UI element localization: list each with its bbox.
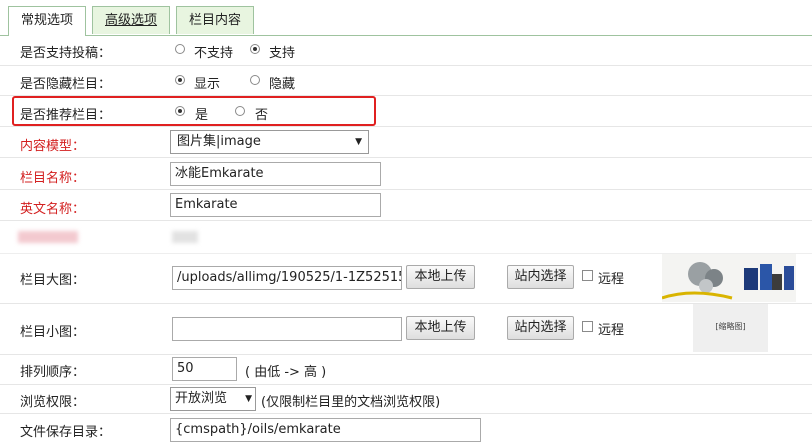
tab-general[interactable]: 常规选项	[8, 6, 87, 36]
recommend-highlight-box	[12, 96, 376, 126]
big-image-remote-label: 远程	[598, 272, 625, 287]
row-big-image: 栏目大图： /uploads/allimg/190525/1-1Z52515 本…	[0, 254, 812, 304]
order-input[interactable]: 50	[172, 357, 237, 381]
en-name-label: 英文名称：	[20, 202, 86, 217]
radio-support-label: 支持	[269, 46, 296, 61]
radio-not-support-label: 不支持	[194, 46, 234, 61]
row-access: 浏览权限： 开放浏览 ▼ (仅限制栏目里的文档浏览权限)	[0, 385, 812, 414]
order-label: 排列顺序：	[20, 365, 86, 380]
dropdown-arrow-icon: ▼	[245, 394, 252, 404]
submission-label: 是否支持投稿：	[20, 46, 112, 61]
row-order: 排列顺序： 50 ( 由低 -> 高 )	[0, 355, 812, 385]
redacted-value	[172, 231, 198, 243]
model-select-value: 图片集|image	[177, 134, 261, 149]
row-small-image: 栏目小图： 本地上传 站内选择 远程 [缩略图]	[0, 304, 812, 355]
row-submission: 是否支持投稿： 不支持 支持	[0, 35, 812, 66]
redacted-label	[18, 231, 78, 243]
radio-not-support[interactable]	[175, 44, 185, 54]
save-dir-label: 文件保存目录：	[20, 425, 112, 440]
en-name-input[interactable]: Emkarate	[170, 193, 381, 217]
row-name: 栏目名称： 冰能Emkarate	[0, 158, 812, 190]
radio-support[interactable]	[250, 44, 260, 54]
access-label: 浏览权限：	[20, 395, 86, 410]
radio-show[interactable]	[175, 75, 185, 85]
tab-bar: 常规选项 高级选项 栏目内容	[0, 0, 812, 36]
dropdown-arrow-icon: ▼	[355, 137, 362, 147]
small-image-input[interactable]	[172, 317, 402, 341]
model-select[interactable]: 图片集|image ▼	[170, 130, 369, 154]
row-save-dir: 文件保存目录： {cmspath}/oils/emkarate	[0, 414, 812, 442]
access-select-value: 开放浏览	[175, 391, 228, 406]
radio-hidden-label: 隐藏	[269, 77, 296, 92]
access-hint: (仅限制栏目里的文档浏览权限)	[261, 395, 441, 410]
big-image-pick-button[interactable]: 站内选择	[507, 265, 574, 289]
row-model: 内容模型： 图片集|image ▼	[0, 127, 812, 158]
small-image-upload-button[interactable]: 本地上传	[406, 316, 475, 340]
name-label: 栏目名称：	[20, 171, 86, 186]
radio-hidden[interactable]	[250, 75, 260, 85]
model-label: 内容模型：	[20, 139, 86, 154]
row-hide: 是否隐藏栏目： 显示 隐藏	[0, 66, 812, 96]
small-image-thumb-text: [缩略图]	[715, 322, 746, 331]
small-image-thumbnail: [缩略图]	[693, 304, 768, 352]
tab-content-label: 栏目内容	[189, 13, 242, 28]
order-hint: ( 由低 -> 高 )	[245, 365, 327, 380]
tab-general-label: 常规选项	[21, 13, 74, 28]
save-dir-input[interactable]: {cmspath}/oils/emkarate	[170, 418, 481, 442]
tab-content[interactable]: 栏目内容	[176, 6, 255, 34]
small-image-remote-label: 远程	[598, 323, 625, 338]
big-image-input[interactable]: /uploads/allimg/190525/1-1Z52515	[172, 266, 402, 290]
row-en-name: 英文名称： Emkarate	[0, 190, 812, 221]
row-redacted	[0, 221, 812, 254]
tab-advanced[interactable]: 高级选项	[92, 6, 171, 34]
radio-show-label: 显示	[194, 77, 221, 92]
small-image-remote-checkbox[interactable]	[582, 321, 593, 332]
big-image-label: 栏目大图：	[20, 273, 86, 288]
big-image-upload-button[interactable]: 本地上传	[406, 265, 475, 289]
big-image-thumbnail	[662, 254, 796, 302]
small-image-label: 栏目小图：	[20, 325, 86, 340]
small-image-pick-button[interactable]: 站内选择	[507, 316, 574, 340]
name-input[interactable]: 冰能Emkarate	[170, 162, 381, 186]
tab-advanced-label: 高级选项	[105, 13, 158, 28]
big-image-remote-checkbox[interactable]	[582, 270, 593, 281]
hide-label: 是否隐藏栏目：	[20, 77, 112, 92]
access-select[interactable]: 开放浏览 ▼	[170, 387, 256, 411]
